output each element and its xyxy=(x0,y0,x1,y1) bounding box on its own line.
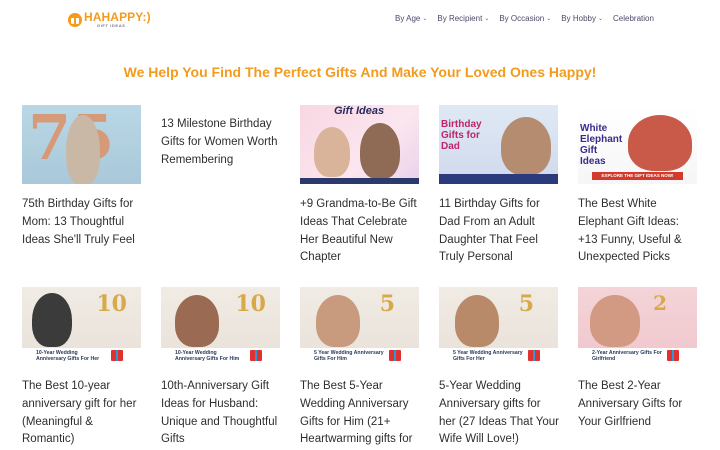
person-image xyxy=(455,295,499,347)
nav-label: By Hobby xyxy=(561,14,596,23)
logo-subtext: GIFT IDEAS xyxy=(97,23,126,28)
article-title[interactable]: 10th-Anniversary Gift Ideas for Husband:… xyxy=(161,378,281,449)
article-thumbnail[interactable]: Birthday Gifts for Dad xyxy=(439,105,558,184)
article-title[interactable]: 11 Birthday Gifts for Dad From an Adult … xyxy=(439,196,559,267)
article-card[interactable]: 13 Milestone Birthday Gifts for Women Wo… xyxy=(161,105,281,169)
article-card[interactable]: White Elephant Gift Ideas EXPLORE THE GI… xyxy=(578,105,698,267)
nav-by-occasion[interactable]: By Occasion ⌄ xyxy=(499,14,551,23)
gift-icon xyxy=(528,350,540,361)
person-image xyxy=(316,295,360,347)
thumbnail-banner: White Elephant Gift Ideas xyxy=(580,123,623,167)
thumbnail-caption: 5 Year Wedding Anniversary Gifts For Her xyxy=(453,350,523,362)
article-card[interactable]: 10 10-Year Wedding Anniversary Gifts For… xyxy=(22,287,142,449)
nav-by-age[interactable]: By Age ⌄ xyxy=(395,14,427,23)
main-nav: By Age ⌄ By Recipient ⌄ By Occasion ⌄ By Ho… xyxy=(395,14,654,23)
article-thumbnail[interactable]: 75 xyxy=(22,105,141,184)
nav-by-recipient[interactable]: By Recipient ⌄ xyxy=(437,14,489,23)
article-card[interactable]: 75 75th Birthday Gifts for Mom: 13 Thoug… xyxy=(22,105,142,249)
person-image xyxy=(66,115,100,184)
thumbnail-banner: Birthday Gifts for Dad xyxy=(441,119,482,152)
article-thumbnail[interactable]: Gift Ideas xyxy=(300,105,419,184)
gift-icon xyxy=(111,350,123,361)
article-card[interactable]: Birthday Gifts for Dad 11 Birthday Gifts… xyxy=(439,105,559,267)
person-image xyxy=(175,295,219,347)
article-card[interactable]: 5 5 Year Wedding Anniversary Gifts For H… xyxy=(439,287,559,449)
thumbnail-caption: 5 Year Wedding Anniversary Gifts For Him xyxy=(314,350,384,362)
nav-label: By Occasion xyxy=(499,14,545,23)
thumbnail-caption: 2-Year Anniversary Gifts For Girlfriend xyxy=(592,350,662,362)
thumbnail-footer-bar xyxy=(439,174,558,184)
hero-headline: We Help You Find The Perfect Gifts And M… xyxy=(123,64,597,80)
person-image xyxy=(314,127,350,177)
thumbnail-caption: 10-Year Wedding Anniversary Gifts For He… xyxy=(36,350,100,362)
article-thumbnail[interactable]: 10 10-Year Wedding Anniversary Gifts For… xyxy=(161,287,280,366)
thumbnail-ribbon: 10-Year Wedding Anniversary Gifts For Hi… xyxy=(161,348,280,366)
chevron-down-icon: ⌄ xyxy=(546,16,552,22)
chevron-down-icon: ⌄ xyxy=(484,16,490,22)
person-image xyxy=(360,123,400,179)
anniversary-number: 2 xyxy=(653,291,667,315)
anniversary-number: 5 xyxy=(379,291,395,317)
thumbnail-ribbon: 5 Year Wedding Anniversary Gifts For Him xyxy=(300,348,419,366)
article-title[interactable]: The Best 2-Year Anniversary Gifts for Yo… xyxy=(578,378,698,431)
article-thumbnail[interactable]: 5 5 Year Wedding Anniversary Gifts For H… xyxy=(300,287,419,366)
nav-label: By Age xyxy=(395,14,421,23)
site-header: HAHAPPY:) GIFT IDEAS By Age ⌄ By Recipien… xyxy=(0,0,720,40)
article-title[interactable]: 5-Year Wedding Anniversary gifts for her… xyxy=(439,378,559,449)
logo-text: HAHAPPY:) xyxy=(84,10,151,24)
thumbnail-caption: 10-Year Wedding Anniversary Gifts For Hi… xyxy=(175,350,240,362)
thumbnail-ribbon: 10-Year Wedding Anniversary Gifts For He… xyxy=(22,348,141,366)
chevron-down-icon: ⌄ xyxy=(597,16,603,22)
article-thumbnail[interactable]: 5 5 Year Wedding Anniversary Gifts For H… xyxy=(439,287,558,366)
article-thumbnail[interactable]: White Elephant Gift Ideas EXPLORE THE GI… xyxy=(578,105,697,184)
article-title[interactable]: +9 Grandma-to-Be Gift Ideas That Celebra… xyxy=(300,196,420,267)
article-card[interactable]: 2 2-Year Anniversary Gifts For Girlfrien… xyxy=(578,287,698,431)
person-image xyxy=(590,295,640,347)
article-thumbnail[interactable]: 10 10-Year Wedding Anniversary Gifts For… xyxy=(22,287,141,366)
gift-icon xyxy=(68,13,82,27)
anniversary-number: 10 xyxy=(235,291,266,317)
gift-icon xyxy=(250,350,262,361)
gift-icon xyxy=(667,350,679,361)
person-image xyxy=(501,117,551,175)
article-card[interactable]: 10 10-Year Wedding Anniversary Gifts For… xyxy=(161,287,281,449)
person-image xyxy=(32,293,72,347)
article-title[interactable]: 75th Birthday Gifts for Mom: 13 Thoughtf… xyxy=(22,196,142,249)
article-title[interactable]: The Best 5-Year Wedding Anniversary Gift… xyxy=(300,378,420,449)
article-title[interactable]: The Best 10-year anniversary gift for he… xyxy=(22,378,142,449)
nav-celebration[interactable]: Celebration xyxy=(613,14,654,23)
gift-icon xyxy=(389,350,401,361)
article-title[interactable]: 13 Milestone Birthday Gifts for Women Wo… xyxy=(161,116,281,169)
nav-label: Celebration xyxy=(613,14,654,23)
chevron-down-icon: ⌄ xyxy=(422,16,428,22)
nav-by-hobby[interactable]: By Hobby ⌄ xyxy=(561,14,603,23)
anniversary-number: 5 xyxy=(518,291,534,317)
thumbnail-banner: Gift Ideas xyxy=(334,105,385,117)
anniversary-number: 10 xyxy=(96,291,127,317)
thumbnail-ribbon: 2-Year Anniversary Gifts For Girlfriend xyxy=(578,348,697,366)
nav-label: By Recipient xyxy=(437,14,483,23)
thumbnail-footer-bar xyxy=(300,178,419,184)
thumbnail-ribbon: 5 Year Wedding Anniversary Gifts For Her xyxy=(439,348,558,366)
people-image xyxy=(628,115,692,171)
article-title[interactable]: The Best White Elephant Gift Ideas: +13 … xyxy=(578,196,698,267)
article-card[interactable]: 5 5 Year Wedding Anniversary Gifts For H… xyxy=(300,287,420,449)
site-logo[interactable]: HAHAPPY:) GIFT IDEAS xyxy=(68,11,151,28)
thumbnail-cta: EXPLORE THE GIFT IDEAS NOW! xyxy=(592,172,683,180)
article-thumbnail[interactable]: 2 2-Year Anniversary Gifts For Girlfrien… xyxy=(578,287,697,366)
article-card[interactable]: Gift Ideas +9 Grandma-to-Be Gift Ideas T… xyxy=(300,105,420,267)
